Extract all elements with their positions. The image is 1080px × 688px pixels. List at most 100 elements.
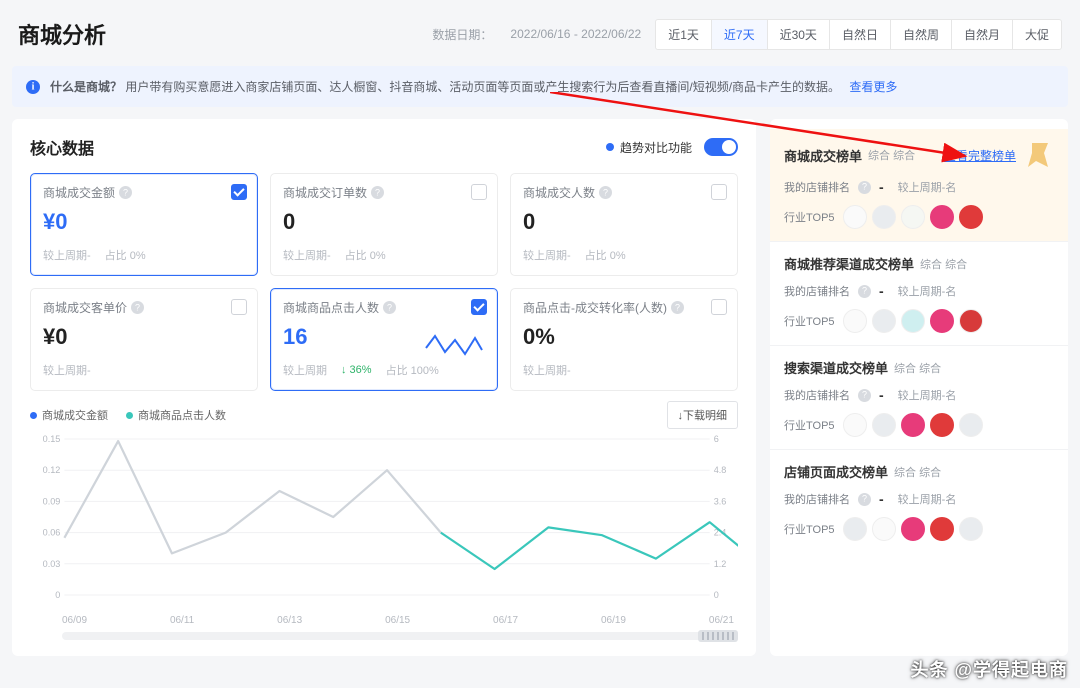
rank-subtag: 综合 综合 bbox=[894, 464, 941, 480]
full-rank-link[interactable]: 查看完整榜单 bbox=[944, 147, 1016, 164]
rank-title: 店铺页面成交榜单 bbox=[784, 462, 888, 481]
banner-more-link[interactable]: 查看更多 bbox=[849, 80, 897, 94]
banner-question: 什么是商城？ bbox=[50, 80, 122, 94]
legend-series-b[interactable]: 商城商品点击人数 bbox=[126, 407, 226, 423]
metric-card[interactable]: 商城成交客单价 ¥0 较上周期- bbox=[30, 288, 258, 391]
svg-text:0.06: 0.06 bbox=[43, 528, 61, 538]
shop-avatar[interactable] bbox=[930, 205, 954, 229]
rank-subtag: 综合 综合 bbox=[920, 256, 967, 272]
legend-series-a[interactable]: 商城成交金额 bbox=[30, 407, 108, 423]
metric-card[interactable]: 商城成交人数 0 较上周期-占比 0% bbox=[510, 173, 738, 276]
range-tab[interactable]: 近1天 bbox=[656, 20, 712, 49]
shop-avatar[interactable] bbox=[872, 309, 896, 333]
metric-checkbox[interactable] bbox=[471, 299, 487, 315]
shop-avatar[interactable] bbox=[901, 413, 925, 437]
help-icon[interactable] bbox=[599, 186, 612, 199]
help-icon[interactable] bbox=[858, 493, 871, 506]
help-icon[interactable] bbox=[371, 186, 384, 199]
toggle-on-icon[interactable] bbox=[704, 138, 738, 156]
date-range[interactable]: 2022/06/16 - 2022/06/22 bbox=[510, 27, 641, 41]
watermark: 头条 @学得起电商 bbox=[910, 656, 1068, 682]
shop-avatar[interactable] bbox=[843, 413, 867, 437]
rank-block: 搜索渠道成交榜单 综合 综合 我的店铺排名 - 较上周期-名 行业TOP5 bbox=[770, 346, 1068, 450]
range-tab[interactable]: 自然日 bbox=[830, 20, 891, 49]
range-tab[interactable]: 近7天 bbox=[712, 20, 768, 49]
x-tick: 06/13 bbox=[277, 615, 302, 626]
metric-checkbox[interactable] bbox=[231, 184, 247, 200]
help-icon[interactable] bbox=[131, 301, 144, 314]
chart-scrollbar[interactable] bbox=[62, 632, 738, 640]
shop-avatar[interactable] bbox=[930, 517, 954, 541]
shop-avatar[interactable] bbox=[930, 309, 954, 333]
metric-checkbox[interactable] bbox=[231, 299, 247, 315]
rank-title: 商城成交榜单 bbox=[784, 146, 862, 165]
shop-avatar[interactable] bbox=[901, 309, 925, 333]
my-rank-compare: 较上周期-名 bbox=[898, 179, 957, 195]
metric-card[interactable]: 商城商品点击人数 16 较上周期↓ 36%占比 100% bbox=[270, 288, 498, 391]
metric-sub: 较上周期↓ 36%占比 100% bbox=[283, 362, 485, 378]
metric-sub: 较上周期- bbox=[523, 362, 725, 378]
x-tick: 06/17 bbox=[493, 615, 518, 626]
help-icon[interactable] bbox=[119, 186, 132, 199]
metric-sub: 较上周期-占比 0% bbox=[43, 247, 245, 263]
shop-avatar[interactable] bbox=[959, 205, 983, 229]
top5-label: 行业TOP5 bbox=[784, 521, 835, 537]
metric-title: 商品点击-成交转化率(人数) bbox=[523, 299, 725, 316]
my-rank-compare: 较上周期-名 bbox=[898, 387, 957, 403]
core-panel: 核心数据 趋势对比功能 商城成交金额 ¥0 较上周期-占比 0% 商城成交订单数… bbox=[12, 119, 756, 656]
trend-toggle[interactable]: 趋势对比功能 bbox=[606, 138, 738, 156]
metric-title: 商城成交客单价 bbox=[43, 299, 245, 316]
help-icon[interactable] bbox=[858, 285, 871, 298]
sparkline bbox=[425, 330, 483, 360]
metric-card[interactable]: 商城成交金额 ¥0 较上周期-占比 0% bbox=[30, 173, 258, 276]
metric-title: 商城商品点击人数 bbox=[283, 299, 485, 316]
rank-block: 商城推荐渠道成交榜单 综合 综合 我的店铺排名 - 较上周期-名 行业TOP5 bbox=[770, 242, 1068, 346]
shop-avatar[interactable] bbox=[872, 413, 896, 437]
svg-text:4.8: 4.8 bbox=[714, 465, 727, 475]
help-icon[interactable] bbox=[858, 181, 871, 194]
info-icon bbox=[26, 80, 40, 94]
metric-card[interactable]: 商品点击-成交转化率(人数) 0% 较上周期- bbox=[510, 288, 738, 391]
svg-text:1.2: 1.2 bbox=[714, 559, 727, 569]
my-rank-label: 我的店铺排名 bbox=[784, 283, 850, 299]
svg-text:0.12: 0.12 bbox=[43, 465, 61, 475]
metric-value: 0% bbox=[523, 324, 725, 350]
metric-checkbox[interactable] bbox=[471, 184, 487, 200]
x-tick: 06/15 bbox=[385, 615, 410, 626]
help-icon[interactable] bbox=[671, 301, 684, 314]
svg-text:0: 0 bbox=[55, 590, 60, 600]
help-icon[interactable] bbox=[383, 301, 396, 314]
shop-avatar[interactable] bbox=[872, 517, 896, 541]
metric-checkbox[interactable] bbox=[711, 299, 727, 315]
scrollbar-handle[interactable] bbox=[698, 630, 738, 642]
shop-avatar[interactable] bbox=[959, 413, 983, 437]
shop-avatar[interactable] bbox=[930, 413, 954, 437]
shop-avatar[interactable] bbox=[901, 205, 925, 229]
my-rank-value: - bbox=[879, 179, 884, 195]
download-button[interactable]: ↓下载明细 bbox=[667, 401, 739, 429]
help-icon[interactable] bbox=[858, 389, 871, 402]
range-tab[interactable]: 自然月 bbox=[952, 20, 1013, 49]
metric-title: 商城成交订单数 bbox=[283, 184, 485, 201]
my-rank-compare: 较上周期-名 bbox=[898, 283, 957, 299]
range-tab[interactable]: 近30天 bbox=[768, 20, 830, 49]
shop-avatar[interactable] bbox=[959, 517, 983, 541]
x-tick: 06/21 bbox=[709, 615, 734, 626]
metric-checkbox[interactable] bbox=[711, 184, 727, 200]
info-banner: 什么是商城？ 用户带有购买意愿进入商家店铺页面、达人橱窗、抖音商城、活动页面等页… bbox=[12, 66, 1068, 107]
shop-avatar[interactable] bbox=[872, 205, 896, 229]
range-tab[interactable]: 自然周 bbox=[891, 20, 952, 49]
metric-value: ¥0 bbox=[43, 209, 245, 235]
range-tab[interactable]: 大促 bbox=[1013, 20, 1061, 49]
shop-avatar[interactable] bbox=[843, 205, 867, 229]
metric-card[interactable]: 商城成交订单数 0 较上周期-占比 0% bbox=[270, 173, 498, 276]
shop-avatar[interactable] bbox=[901, 517, 925, 541]
metric-sub: 较上周期-占比 0% bbox=[523, 247, 725, 263]
my-rank-value: - bbox=[879, 387, 884, 403]
shop-avatar[interactable] bbox=[843, 517, 867, 541]
shop-avatar[interactable] bbox=[959, 309, 983, 333]
date-label: 数据日期： bbox=[432, 26, 492, 43]
page-title: 商城分析 bbox=[18, 18, 106, 50]
metric-value: 0 bbox=[283, 209, 485, 235]
shop-avatar[interactable] bbox=[843, 309, 867, 333]
